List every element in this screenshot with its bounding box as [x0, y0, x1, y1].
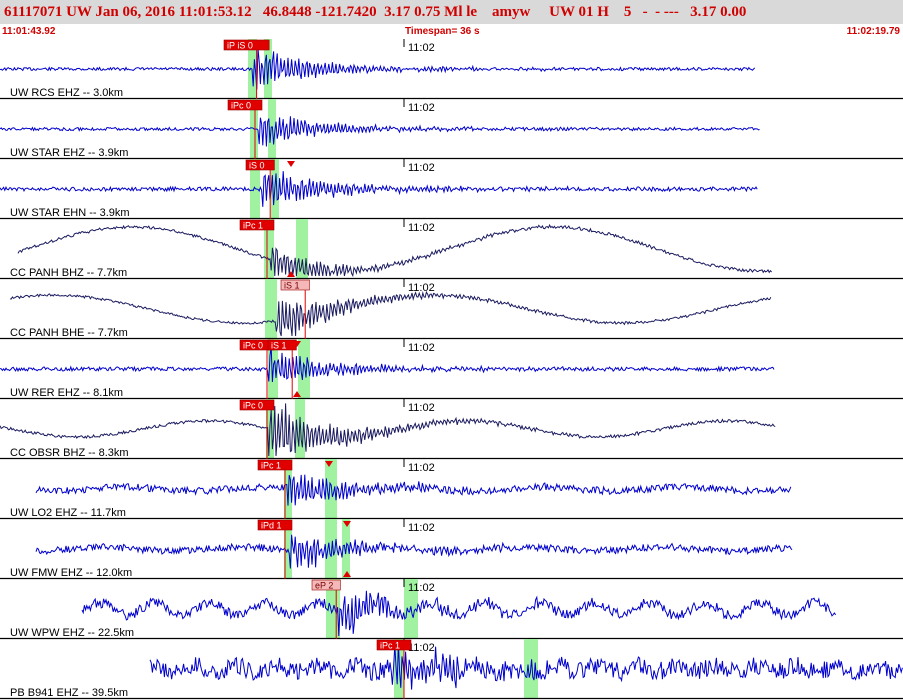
station-label: UW WPW EHZ -- 22.5km [10, 627, 134, 639]
pick-window [298, 339, 310, 399]
waveform [0, 171, 758, 207]
event-header: 61117071 UW Jan 06, 2016 11:01:53.12 46.… [0, 0, 903, 24]
pick-label: iPc 1 [261, 461, 281, 471]
waveform [17, 223, 772, 278]
time-bar: 11:01:43.92 Timespan= 36 s 11:02:19.79 [0, 25, 903, 39]
minute-label: 11:02 [408, 402, 435, 414]
trace-panel: 11:02 iPc 0 CC OBSR BHZ -- 8.3km [0, 399, 903, 460]
trace-panel: 11:02 iP iS 0 UW RCS EHZ -- 3.0km [0, 39, 903, 100]
station-label: CC OBSR BHZ -- 8.3km [10, 447, 129, 459]
pick-label: iPc 0 [243, 341, 263, 351]
pick-marker [287, 161, 295, 167]
station-label: UW STAR EHZ -- 3.9km [10, 147, 128, 159]
waveform [0, 116, 760, 147]
minute-label: 11:02 [408, 582, 435, 594]
timespan-label: Timespan= 36 s [405, 26, 480, 37]
pick-label: iS 1 [284, 281, 300, 291]
pick-label: iPc 0 [243, 401, 263, 411]
minute-label: 11:02 [408, 642, 435, 654]
minute-label: 11:02 [408, 462, 435, 474]
waveform [81, 590, 837, 637]
pick-label: iPc 1 [243, 221, 263, 231]
waveform [35, 534, 793, 569]
pick-label: iPc 1 [380, 641, 400, 651]
minute-label: 11:02 [408, 102, 435, 114]
trace-panel: 11:02 iPc 0 iS 1 UW RER EHZ -- 8.1km [0, 339, 903, 400]
trace-panel: 11:02 iPc 0 UW STAR EHZ -- 3.9km [0, 99, 903, 160]
pick-label: iPd 1 [261, 521, 282, 531]
pick-label: iS 0 [249, 161, 265, 171]
pick-label: iPc 0 [231, 101, 251, 111]
start-time: 11:01:43.92 [2, 26, 56, 37]
trace-panel: 11:02 eP 2 UW WPW EHZ -- 22.5km [0, 579, 903, 640]
trace-panel: 11:02 iPc 1 UW LO2 EHZ -- 11.7km [0, 459, 903, 520]
seismogram-stack[interactable]: 11:02 iP iS 0 UW RCS EHZ -- 3.0km 11:02 iPc … [0, 39, 903, 700]
pick-window [265, 279, 277, 339]
pick-marker [287, 271, 295, 277]
minute-label: 11:02 [408, 162, 435, 174]
pick-window [296, 219, 308, 279]
station-label: UW RCS EHZ -- 3.0km [10, 87, 123, 99]
trace-panel: 11:02 iS 0 UW STAR EHN -- 3.9km [0, 159, 903, 220]
minute-label: 11:02 [408, 42, 435, 54]
minute-label: 11:02 [408, 522, 435, 534]
station-label: PB B941 EHZ -- 39.5km [10, 687, 128, 699]
pick-label: iS 1 [271, 341, 287, 351]
pick-label: eP 2 [315, 581, 333, 591]
station-label: UW FMW EHZ -- 12.0km [10, 567, 132, 579]
waveform [0, 346, 775, 383]
trace-panel: 11:02 iS 1 CC PANH BHE -- 7.7km [0, 279, 903, 340]
minute-label: 11:02 [408, 282, 435, 294]
waveform [0, 48, 756, 90]
station-label: UW LO2 EHZ -- 11.7km [10, 507, 126, 519]
event-summary: 61117071 UW Jan 06, 2016 11:01:53.12 46.… [4, 4, 747, 20]
station-label: UW RER EHZ -- 8.1km [10, 387, 123, 399]
station-label: CC PANH BHZ -- 7.7km [10, 267, 127, 279]
minute-label: 11:02 [408, 342, 435, 354]
minute-label: 11:02 [408, 222, 435, 234]
waveform [35, 474, 792, 506]
station-label: CC PANH BHE -- 7.7km [10, 327, 128, 339]
pick-label: iP iS 0 [227, 41, 253, 51]
trace-panel: 11:02 iPc 1 PB B941 EHZ -- 39.5km [0, 639, 903, 700]
station-label: UW STAR EHN -- 3.9km [10, 207, 130, 219]
trace-panel: 11:02 iPc 1 CC PANH BHZ -- 7.7km [0, 219, 903, 280]
trace-panel: 11:02 iPd 1 UW FMW EHZ -- 12.0km [0, 519, 903, 580]
end-time: 11:02:19.79 [846, 26, 900, 37]
